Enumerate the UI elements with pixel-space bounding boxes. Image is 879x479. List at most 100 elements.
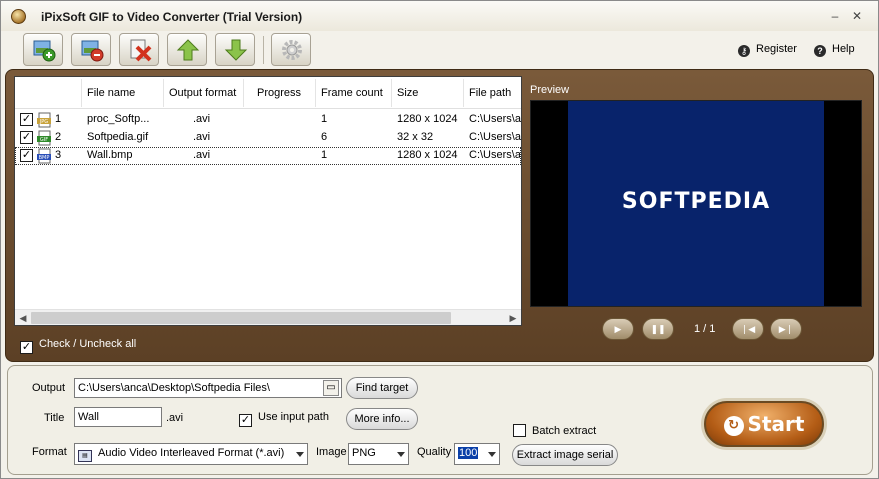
add-file-button[interactable] (23, 33, 63, 66)
window-title: iPixSoft GIF to Video Converter (Trial V… (41, 10, 303, 24)
output-path-value: C:\Users\anca\Desktop\Softpedia Files\ (78, 382, 270, 394)
column-size[interactable]: Size (397, 87, 418, 99)
frame-count-cell: 1 (321, 113, 328, 125)
settings-button[interactable] (271, 33, 311, 66)
gif-file-icon: GIF (37, 130, 51, 146)
extract-image-serial-button[interactable]: Extract image serial (512, 444, 618, 466)
preview-pane: SOFTPEDIA (530, 100, 862, 307)
toolbar: ⚷ Register ? Help (1, 31, 878, 69)
column-progress[interactable]: Progress (257, 87, 301, 99)
title-input[interactable]: Wall (74, 407, 162, 427)
horizontal-scrollbar[interactable]: ◀ ▶ (15, 309, 521, 325)
column-frame-count[interactable]: Frame count (321, 87, 383, 99)
image-label: Image (316, 446, 347, 458)
browse-folder-icon[interactable]: ▭ (323, 380, 339, 396)
scroll-left-icon[interactable]: ◀ (16, 311, 30, 325)
title-extension: .avi (166, 412, 184, 424)
remove-file-icon (81, 40, 104, 62)
start-button[interactable]: ↻ Start (704, 401, 824, 447)
more-info-button[interactable]: More info... (346, 408, 418, 430)
quality-select[interactable]: 100 (454, 443, 500, 465)
move-down-icon (224, 39, 248, 61)
frame-count-cell: 6 (321, 131, 328, 143)
move-down-button[interactable] (215, 33, 255, 66)
table-row[interactable]: ✓ GIF 2 Softpedia.gif .avi 6 32 x 32 C:\… (15, 129, 521, 147)
preview-logo-text: SOFTPEDIA (621, 189, 771, 214)
column-output-format[interactable]: Output format (169, 87, 236, 99)
batch-extract-toggle[interactable]: Batch extract (513, 424, 596, 437)
row-checkbox[interactable]: ✓ (20, 149, 33, 162)
size-cell: 1280 x 1024 (397, 113, 458, 125)
file-list-header: File name Output format Progress Frame c… (15, 77, 521, 109)
batch-extract-checkbox[interactable] (513, 424, 526, 437)
avi-format-icon: ▤ (78, 450, 92, 462)
svg-text:JPG: JPG (39, 119, 48, 125)
file-list[interactable]: File name Output format Progress Frame c… (14, 76, 522, 326)
previous-frame-button[interactable]: ❘◀ (732, 318, 764, 340)
table-row-selected[interactable]: ✓ BMP 3 Wall.bmp .avi 1 1280 x 1024 C:\U… (15, 147, 521, 165)
format-select[interactable]: ▤ Audio Video Interleaved Format (*.avi) (74, 443, 308, 465)
file-name-cell: proc_Softp... (87, 113, 150, 125)
frame-counter: 1 / 1 (694, 323, 716, 335)
svg-text:BMP: BMP (39, 155, 50, 161)
add-file-icon (33, 40, 56, 62)
chevron-down-icon (397, 452, 405, 457)
preview-image: SOFTPEDIA (568, 101, 824, 306)
row-index: 2 (55, 131, 62, 143)
key-icon: ⚷ (738, 45, 750, 57)
start-label: Start (747, 412, 805, 436)
column-divider (391, 79, 392, 107)
next-frame-button[interactable]: ▶❘ (770, 318, 802, 340)
toolbar-separator (263, 36, 264, 64)
batch-extract-label: Batch extract (532, 425, 597, 437)
table-row[interactable]: ✓ JPG 1 proc_Softp... .avi 1 1280 x 1024… (15, 111, 521, 129)
register-label: Register (756, 43, 797, 55)
check-all-toggle[interactable]: ✓ Check / Uncheck all (20, 338, 136, 354)
file-path-cell: C:\Users\a (469, 113, 521, 125)
column-divider (243, 79, 244, 107)
check-all-checkbox[interactable]: ✓ (20, 341, 33, 354)
image-format-value: PNG (352, 447, 376, 459)
chevron-down-icon (296, 452, 304, 457)
image-format-select[interactable]: PNG (348, 443, 409, 465)
pause-icon: ❚❚ (650, 324, 666, 334)
pause-button[interactable]: ❚❚ (642, 318, 674, 340)
help-link[interactable]: ? Help (814, 43, 855, 57)
play-button[interactable]: ▶ (602, 318, 634, 340)
row-checkbox[interactable]: ✓ (20, 113, 33, 126)
refresh-arrow-icon: ↻ (723, 416, 744, 436)
scrollbar-thumb[interactable] (31, 312, 451, 324)
main-panel: File name Output format Progress Frame c… (5, 69, 874, 362)
output-settings-panel: Output C:\Users\anca\Desktop\Softpedia F… (7, 365, 873, 475)
play-icon: ▶ (614, 324, 622, 334)
scroll-right-icon[interactable]: ▶ (506, 311, 520, 325)
row-checkbox[interactable]: ✓ (20, 131, 33, 144)
find-target-button[interactable]: Find target (346, 377, 418, 399)
output-path-field[interactable]: C:\Users\anca\Desktop\Softpedia Files\ ▭ (74, 378, 342, 398)
column-file-name[interactable]: File name (87, 87, 135, 99)
column-divider (81, 79, 82, 107)
register-link[interactable]: ⚷ Register (738, 43, 797, 57)
output-format-cell: .avi (193, 113, 211, 125)
close-button[interactable]: ✕ (849, 9, 865, 23)
file-name-cell: Softpedia.gif (87, 131, 149, 143)
check-all-label: Check / Uncheck all (39, 338, 137, 350)
use-input-path-toggle[interactable]: ✓ Use input path (239, 411, 329, 427)
app-window: iPixSoft GIF to Video Converter (Trial V… (0, 0, 879, 479)
use-input-path-checkbox[interactable]: ✓ (239, 414, 252, 427)
column-file-path[interactable]: File path (469, 87, 511, 99)
skip-back-icon: ❘◀ (740, 324, 756, 334)
remove-file-button[interactable] (71, 33, 111, 66)
skip-forward-icon: ▶❘ (778, 324, 794, 334)
output-format-cell: .avi (193, 149, 211, 161)
column-divider (315, 79, 316, 107)
row-index: 1 (55, 113, 62, 125)
title-label: Title (44, 412, 65, 424)
clear-list-button[interactable] (119, 33, 159, 66)
help-icon: ? (814, 45, 826, 57)
move-up-button[interactable] (167, 33, 207, 66)
chevron-down-icon (488, 452, 496, 457)
frame-count-cell: 1 (321, 149, 328, 161)
quality-label: Quality (417, 446, 452, 458)
minimize-button[interactable]: – (827, 9, 843, 23)
